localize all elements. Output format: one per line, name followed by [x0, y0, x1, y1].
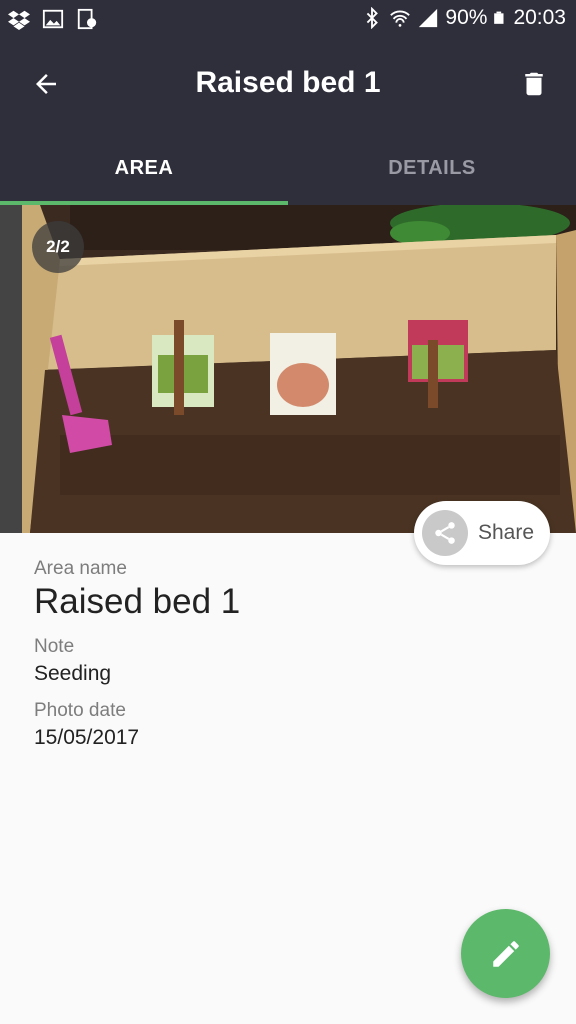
status-bar-notifications	[8, 8, 98, 30]
photo-date-value: 15/05/2017	[34, 726, 140, 749]
clock: 20:03	[513, 6, 566, 29]
trash-icon	[525, 72, 543, 96]
share-icon	[435, 522, 455, 544]
share-label: Share	[478, 521, 535, 544]
area-name-label: Area name	[34, 558, 127, 579]
battery-percent: 90%	[445, 6, 488, 29]
page-title: Raised bed 1	[195, 66, 381, 99]
area-details: Area name Raised bed 1 Note Seeding Phot…	[34, 558, 240, 750]
edit-button[interactable]	[461, 909, 550, 998]
signal-icon	[419, 8, 438, 28]
status-bar: 90% 20:03	[0, 0, 576, 38]
tab-area[interactable]: AREA	[0, 132, 288, 205]
share-icon-circle	[422, 510, 468, 556]
photo-date-label: Photo date	[34, 700, 126, 721]
edit-pencil-icon	[492, 940, 519, 967]
app-bar: Raised bed 1	[0, 38, 576, 132]
bluetooth-icon	[367, 7, 379, 29]
tab-details[interactable]: DETAILS	[288, 132, 576, 205]
area-photo[interactable]	[0, 205, 576, 533]
image-icon	[42, 9, 64, 29]
note-value: Seeding	[34, 662, 112, 685]
wifi-icon	[390, 10, 411, 27]
tab-bar: AREA DETAILS	[0, 132, 576, 205]
delete-button[interactable]	[512, 62, 556, 106]
area-name-value: Raised bed 1	[34, 582, 241, 621]
share-button[interactable]: Share	[414, 501, 550, 565]
note-label: Note	[34, 636, 75, 657]
raised-bed-photo	[0, 205, 576, 533]
battery-icon	[494, 11, 504, 24]
dropbox-icon	[8, 10, 30, 30]
photo-counter: 2/2	[32, 221, 84, 273]
screenshot-icon	[77, 8, 97, 30]
